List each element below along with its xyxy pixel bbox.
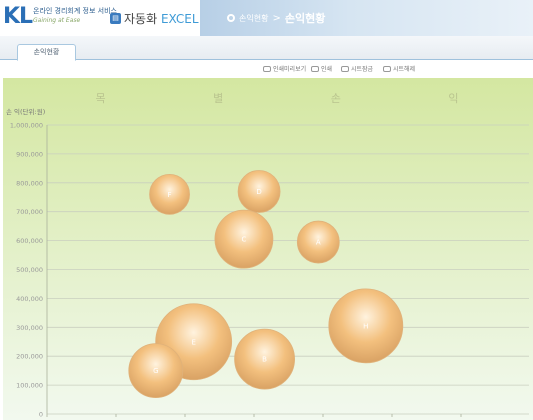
bubble-label: A bbox=[316, 239, 321, 247]
print-label: 인쇄 bbox=[321, 66, 333, 73]
y-tick-label: 400,000 bbox=[16, 295, 43, 303]
bubble-c[interactable]: C bbox=[214, 209, 274, 269]
bubble-label: F bbox=[168, 191, 172, 199]
chart-area: 품 목 별 손 익 현 손 익(단위:원) 1,000,000 900,000 80… bbox=[0, 78, 533, 420]
bubble-label: E bbox=[191, 338, 195, 346]
y-tick-label: 500,000 bbox=[16, 266, 43, 274]
chart-badge-icon: ▤ bbox=[110, 13, 121, 24]
bubble-a[interactable]: A bbox=[296, 220, 340, 264]
breadcrumb-bullet-icon bbox=[227, 14, 235, 22]
tab-pl-status[interactable]: 손익현황 bbox=[17, 44, 76, 61]
logo-tagline: 온라인 경리회계 정보 서비스 bbox=[33, 7, 117, 15]
unlock-icon bbox=[383, 65, 391, 72]
bubble-label: B bbox=[262, 356, 267, 364]
lock-sheet-button[interactable]: 시트잠금 bbox=[341, 64, 373, 73]
print-preview-label: 인쇄미리보기 bbox=[273, 66, 307, 73]
breadcrumb-parent[interactable]: 손익현황 bbox=[239, 13, 268, 24]
print-icon bbox=[311, 65, 319, 72]
bubble-d[interactable]: D bbox=[237, 170, 281, 213]
y-tick-label: 1,000,000 bbox=[10, 122, 43, 130]
breadcrumb: 손익현황 > 손익현황 bbox=[227, 10, 325, 26]
y-tick-label: 0 bbox=[39, 411, 43, 419]
lock-sheet-label: 시트잠금 bbox=[351, 66, 374, 73]
product-name-ko: 자동화 bbox=[124, 12, 158, 26]
lock-icon bbox=[341, 65, 349, 72]
logo: KL bbox=[3, 4, 33, 29]
bubble-f[interactable]: F bbox=[149, 173, 190, 215]
logo-slogan: Gaining at Ease bbox=[33, 17, 81, 24]
bubble-b[interactable]: B bbox=[234, 328, 295, 390]
y-tick-label: 200,000 bbox=[16, 353, 43, 361]
y-tick-label: 800,000 bbox=[16, 179, 43, 187]
y-tick-label: 300,000 bbox=[16, 324, 43, 332]
y-tick-label: 700,000 bbox=[16, 208, 43, 216]
bubble-label: H bbox=[363, 322, 368, 330]
chart-title: 품 목 별 손 익 현 bbox=[3, 92, 533, 105]
bubble-g[interactable]: G bbox=[128, 343, 184, 399]
y-tick-label: 100,000 bbox=[16, 382, 43, 390]
tab-bar: 손익현황 bbox=[0, 36, 533, 61]
print-button[interactable]: 인쇄 bbox=[311, 64, 332, 73]
sheet-toolbar: 인쇄미리보기 인쇄 시트잠금 시트해제 bbox=[0, 61, 533, 77]
bubble-chart: 품 목 별 손 익 현 손 익(단위:원) 1,000,000 900,000 80… bbox=[0, 78, 533, 420]
y-tick-label: 900,000 bbox=[16, 150, 43, 158]
print-preview-button[interactable]: 인쇄미리보기 bbox=[263, 64, 306, 73]
unlock-sheet-button[interactable]: 시트해제 bbox=[383, 64, 415, 73]
y-axis-title: 손 익(단위:원) bbox=[6, 107, 45, 116]
breadcrumb-current: 손익현황 bbox=[284, 12, 326, 25]
unlock-sheet-label: 시트해제 bbox=[393, 66, 416, 73]
y-tick-label: 600,000 bbox=[16, 237, 43, 245]
product-brand: ▤ 자동화 EXCEL bbox=[110, 10, 199, 27]
bubble-h[interactable]: H bbox=[328, 288, 404, 364]
product-name-en: EXCEL bbox=[160, 12, 199, 26]
bubble-label: C bbox=[241, 236, 246, 244]
product-name: 자동화 EXCEL bbox=[124, 10, 199, 27]
breadcrumb-separator: > bbox=[272, 12, 281, 24]
print-preview-icon bbox=[263, 65, 271, 72]
bubble-label: D bbox=[256, 188, 261, 196]
app-header: KL 온라인 경리회계 정보 서비스 Gaining at Ease ▤ 자동화… bbox=[0, 0, 533, 36]
bubble-label: G bbox=[153, 367, 158, 375]
